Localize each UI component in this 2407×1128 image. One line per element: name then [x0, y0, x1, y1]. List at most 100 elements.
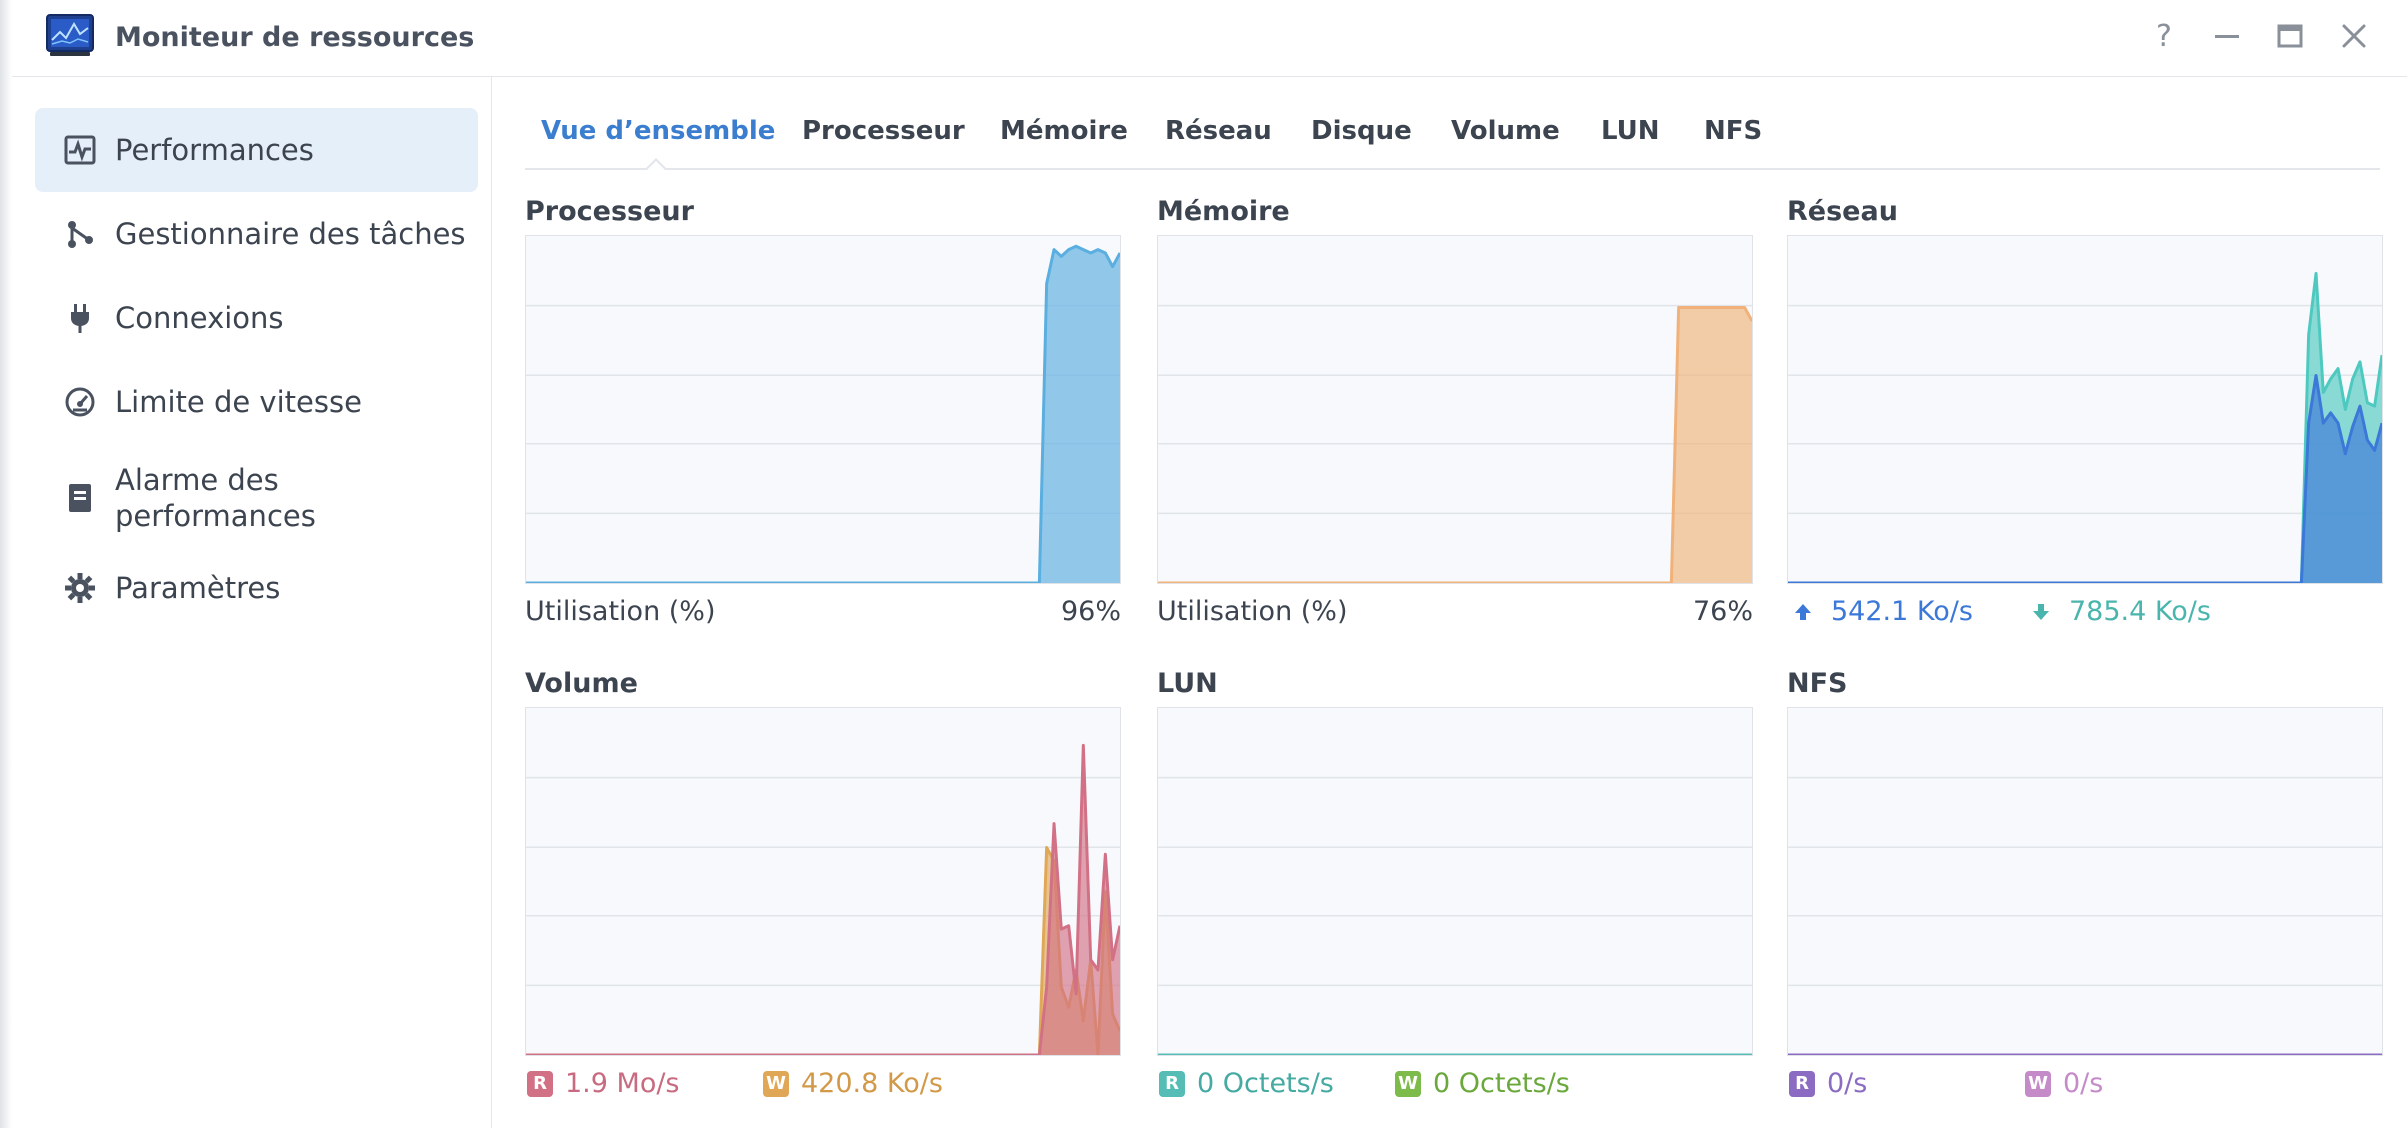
- series-line: [1788, 271, 2382, 583]
- memory-panel[interactable]: Mémoire Utilisation (%) 76%: [1157, 196, 1753, 636]
- series-area: [1158, 307, 1752, 583]
- lun-write-value: 0 Octets/s: [1433, 1068, 1570, 1099]
- sidebar-item-label: Connexions: [115, 301, 284, 335]
- tab-network[interactable]: Réseau: [1165, 116, 1272, 146]
- volume-read: R 1.9 Mo/s: [527, 1068, 680, 1099]
- volume-write-value: 420.8 Ko/s: [801, 1068, 943, 1099]
- lun-read: R 0 Octets/s: [1159, 1068, 1334, 1099]
- panel-title: Volume: [525, 668, 638, 699]
- network-chart: [1787, 235, 2383, 584]
- gear-icon: [62, 570, 98, 606]
- tab-disk[interactable]: Disque: [1311, 116, 1412, 146]
- network-upload: 542.1 Ko/s: [1793, 596, 1973, 627]
- network-download-value: 785.4 Ko/s: [2069, 596, 2211, 627]
- network-upload-value: 542.1 Ko/s: [1831, 596, 1973, 627]
- tab-overview[interactable]: Vue d’ensemble: [541, 116, 775, 146]
- alarm-document-icon: [62, 480, 98, 516]
- nfs-write: W 0/s: [2025, 1068, 2103, 1099]
- panel-title: LUN: [1157, 668, 1218, 699]
- panel-title: Mémoire: [1157, 196, 1290, 227]
- sidebar-item-label: Paramètres: [115, 571, 281, 605]
- tab-memory[interactable]: Mémoire: [1000, 116, 1128, 146]
- nfs-read: R 0/s: [1789, 1068, 1867, 1099]
- sidebar-item-task-manager[interactable]: Gestionnaire des tâches: [35, 192, 478, 276]
- cpu-caption: Utilisation (%): [525, 596, 716, 627]
- sidebar: Performances Gestionnaire des tâches Con…: [12, 77, 492, 1128]
- close-icon: [2342, 24, 2366, 48]
- title-bar[interactable]: Moniteur de ressources ?: [12, 0, 2407, 77]
- nfs-panel[interactable]: NFS R 0/s W 0/s: [1787, 668, 2383, 1108]
- volume-panel[interactable]: Volume R 1.9 Mo/s W 420.8 Ko/s: [525, 668, 1121, 1108]
- read-badge: R: [527, 1070, 553, 1097]
- series-line: [1158, 305, 1752, 583]
- sidebar-item-label-line2: performances: [115, 499, 316, 533]
- resource-monitor-app-icon: [46, 14, 94, 58]
- network-panel[interactable]: Réseau 542.1 Ko/s 785.4 Ko/s: [1787, 196, 2383, 636]
- arrow-up-icon: [1795, 603, 1811, 620]
- sidebar-item-label-line1: Alarme des: [115, 463, 279, 497]
- sidebar-item-connexions[interactable]: Connexions: [35, 276, 478, 360]
- series-area: [1788, 375, 2382, 583]
- window-edge-shadow: [0, 0, 12, 1128]
- window-title: Moniteur de ressources: [115, 22, 475, 53]
- series-line: [526, 244, 1120, 583]
- sidebar-item-label: Performances: [115, 133, 314, 167]
- series-area: [526, 745, 1120, 1055]
- tab-bar: Vue d’ensemble Processeur Mémoire Réseau…: [525, 110, 2380, 170]
- lun-read-value: 0 Octets/s: [1197, 1068, 1334, 1099]
- series-area: [526, 246, 1120, 583]
- cpu-chart: [525, 235, 1121, 584]
- performance-chart-icon: [62, 132, 98, 168]
- volume-read-value: 1.9 Mo/s: [565, 1068, 680, 1099]
- maximize-icon: [2277, 24, 2303, 48]
- task-manager-icon: [62, 216, 98, 252]
- lun-write: W 0 Octets/s: [1395, 1068, 1570, 1099]
- nfs-write-value: 0/s: [2063, 1068, 2104, 1099]
- volume-write: W 420.8 Ko/s: [763, 1068, 943, 1099]
- series-line: [526, 743, 1120, 1055]
- write-badge: W: [1395, 1070, 1421, 1097]
- active-tab-indicator: [645, 158, 667, 170]
- question-icon: ?: [2156, 18, 2172, 54]
- volume-chart: [525, 707, 1121, 1056]
- series-line: [1788, 374, 2382, 583]
- arrow-down-icon: [2033, 603, 2049, 620]
- sidebar-item-label: Gestionnaire des tâches: [115, 217, 466, 251]
- panel-title: Réseau: [1787, 196, 1898, 227]
- series-line: [526, 846, 1120, 1055]
- cpu-value: 96%: [1060, 596, 1121, 627]
- maximize-button[interactable]: [2268, 14, 2312, 58]
- network-download: 785.4 Ko/s: [2031, 596, 2211, 627]
- read-badge: R: [1789, 1070, 1815, 1097]
- plug-icon: [62, 300, 98, 336]
- panel-title: Processeur: [525, 196, 694, 227]
- close-button[interactable]: [2332, 14, 2376, 58]
- sidebar-item-performance-alarm[interactable]: Alarme des performances: [35, 444, 478, 552]
- sidebar-item-label: Limite de vitesse: [115, 385, 362, 419]
- lun-chart: [1157, 707, 1753, 1056]
- read-badge: R: [1159, 1070, 1185, 1097]
- panel-title: NFS: [1787, 668, 1848, 699]
- minimize-button[interactable]: [2205, 14, 2249, 58]
- memory-chart: [1157, 235, 1753, 584]
- series-area: [1788, 273, 2382, 583]
- tab-nfs[interactable]: NFS: [1704, 116, 1762, 146]
- sidebar-item-performances[interactable]: Performances: [35, 108, 478, 192]
- series-area: [526, 847, 1120, 1055]
- nfs-read-value: 0/s: [1827, 1068, 1868, 1099]
- cpu-panel[interactable]: Processeur Utilisation (%) 96%: [525, 196, 1121, 636]
- tab-lun[interactable]: LUN: [1601, 116, 1660, 146]
- memory-value: 76%: [1692, 596, 1753, 627]
- write-badge: W: [763, 1070, 789, 1097]
- nfs-chart: [1787, 707, 2383, 1056]
- tab-processor[interactable]: Processeur: [802, 116, 965, 146]
- sidebar-item-speed-limit[interactable]: Limite de vitesse: [35, 360, 478, 444]
- sidebar-item-settings[interactable]: Paramètres: [35, 552, 478, 624]
- lun-panel[interactable]: LUN R 0 Octets/s W 0 Octets/s: [1157, 668, 1753, 1108]
- memory-caption: Utilisation (%): [1157, 596, 1348, 627]
- minimize-icon: [2215, 35, 2239, 38]
- tab-volume[interactable]: Volume: [1451, 116, 1560, 146]
- help-button[interactable]: ?: [2142, 14, 2186, 58]
- speedometer-icon: [62, 384, 98, 420]
- write-badge: W: [2025, 1070, 2051, 1097]
